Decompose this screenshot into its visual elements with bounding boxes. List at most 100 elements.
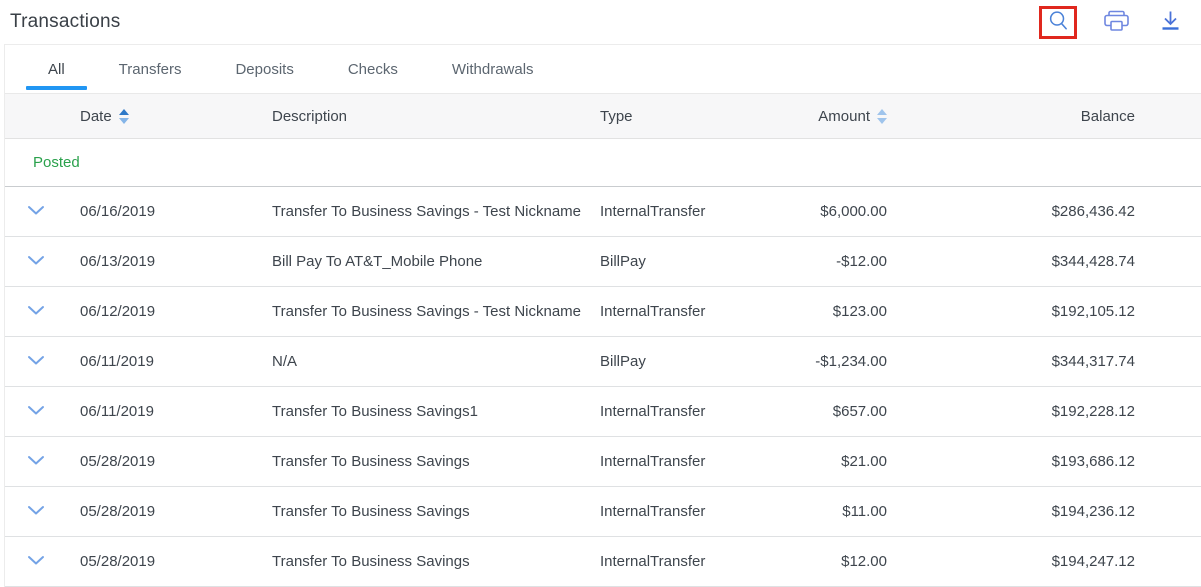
cell-amount: -$1,234.00 [785, 353, 887, 370]
cell-date: 05/28/2019 [67, 503, 255, 520]
cell-date: 06/11/2019 [67, 353, 255, 370]
section-row-posted: Posted [5, 139, 1201, 187]
cell-date: 06/12/2019 [67, 303, 255, 320]
chevron-down-icon [27, 204, 45, 219]
cell-date: 06/16/2019 [67, 203, 255, 220]
column-header-balance: Balance [887, 108, 1201, 125]
row-expand-button[interactable] [5, 254, 67, 269]
tab-label: Checks [348, 61, 398, 78]
page-title: Transactions [10, 11, 120, 33]
cell-description: Transfer To Business Savings - Test Nick… [255, 203, 585, 220]
print-icon [1103, 9, 1130, 36]
toolbar [1039, 6, 1185, 39]
column-header-date-label: Date [80, 108, 112, 125]
cell-amount: $6,000.00 [785, 203, 887, 220]
column-header-balance-label: Balance [1081, 108, 1135, 125]
download-button[interactable] [1155, 7, 1185, 37]
download-icon [1159, 9, 1182, 36]
cell-description: Transfer To Business Savings1 [255, 403, 585, 420]
chevron-down-icon [27, 254, 45, 269]
cell-amount: $21.00 [785, 453, 887, 470]
cell-type: InternalTransfer [585, 203, 785, 220]
cell-type: InternalTransfer [585, 453, 785, 470]
tab-label: Transfers [119, 61, 182, 78]
posted-label: Posted [33, 154, 80, 171]
search-button[interactable] [1043, 7, 1073, 37]
cell-balance: $192,105.12 [887, 303, 1201, 320]
cell-type: InternalTransfer [585, 403, 785, 420]
cell-type: InternalTransfer [585, 553, 785, 570]
sort-icon [119, 109, 129, 124]
search-icon [1047, 9, 1070, 35]
cell-amount: $12.00 [785, 553, 887, 570]
cell-amount: $11.00 [785, 503, 887, 520]
cell-balance: $194,236.12 [887, 503, 1201, 520]
transactions-list: 06/16/2019 Transfer To Business Savings … [5, 187, 1201, 587]
column-header-type-label: Type [600, 108, 633, 125]
tab-bar: All Transfers Deposits Checks Withdrawal… [5, 45, 1201, 93]
table-row: 05/28/2019 Transfer To Business Savings … [5, 487, 1201, 537]
cell-balance: $344,428.74 [887, 253, 1201, 270]
table-row: 05/28/2019 Transfer To Business Savings … [5, 537, 1201, 587]
chevron-down-icon [27, 504, 45, 519]
cell-amount: -$12.00 [785, 253, 887, 270]
cell-date: 05/28/2019 [67, 553, 255, 570]
table-row: 06/13/2019 Bill Pay To AT&T_Mobile Phone… [5, 237, 1201, 287]
row-expand-button[interactable] [5, 354, 67, 369]
cell-type: InternalTransfer [585, 303, 785, 320]
chevron-down-icon [27, 454, 45, 469]
row-expand-button[interactable] [5, 404, 67, 419]
row-expand-button[interactable] [5, 304, 67, 319]
chevron-down-icon [27, 354, 45, 369]
cell-type: BillPay [585, 253, 785, 270]
tab-checks[interactable]: Checks [321, 45, 425, 93]
cell-description: Bill Pay To AT&T_Mobile Phone [255, 253, 585, 270]
column-header-date[interactable]: Date [67, 108, 255, 125]
row-expand-button[interactable] [5, 204, 67, 219]
cell-balance: $192,228.12 [887, 403, 1201, 420]
cell-balance: $193,686.12 [887, 453, 1201, 470]
cell-description: N/A [255, 353, 585, 370]
column-header-description-label: Description [272, 108, 347, 125]
chevron-down-icon [27, 404, 45, 419]
page-header: Transactions [0, 0, 1201, 44]
tab-label: All [48, 61, 65, 78]
cell-balance: $194,247.12 [887, 553, 1201, 570]
tab-all[interactable]: All [21, 45, 92, 93]
search-highlight-box [1039, 6, 1077, 39]
print-button[interactable] [1101, 7, 1131, 37]
cell-amount: $657.00 [785, 403, 887, 420]
chevron-down-icon [27, 304, 45, 319]
column-header-description: Description [255, 108, 585, 125]
column-header-amount[interactable]: Amount [785, 108, 887, 125]
cell-date: 06/11/2019 [67, 403, 255, 420]
table-row: 06/11/2019 Transfer To Business Savings1… [5, 387, 1201, 437]
cell-description: Transfer To Business Savings [255, 453, 585, 470]
tab-deposits[interactable]: Deposits [208, 45, 320, 93]
row-expand-button[interactable] [5, 504, 67, 519]
row-expand-button[interactable] [5, 454, 67, 469]
cell-balance: $344,317.74 [887, 353, 1201, 370]
cell-amount: $123.00 [785, 303, 887, 320]
sort-icon [877, 109, 887, 124]
table-row: 06/11/2019 N/A BillPay -$1,234.00 $344,3… [5, 337, 1201, 387]
cell-description: Transfer To Business Savings [255, 553, 585, 570]
cell-type: InternalTransfer [585, 503, 785, 520]
tab-withdrawals[interactable]: Withdrawals [425, 45, 561, 93]
column-header-amount-label: Amount [818, 108, 870, 125]
cell-date: 05/28/2019 [67, 453, 255, 470]
column-header-type: Type [585, 108, 785, 125]
transactions-card: All Transfers Deposits Checks Withdrawal… [4, 44, 1201, 587]
cell-balance: $286,436.42 [887, 203, 1201, 220]
row-expand-button[interactable] [5, 554, 67, 569]
table-row: 05/28/2019 Transfer To Business Savings … [5, 437, 1201, 487]
cell-date: 06/13/2019 [67, 253, 255, 270]
cell-type: BillPay [585, 353, 785, 370]
chevron-down-icon [27, 554, 45, 569]
tab-label: Deposits [235, 61, 293, 78]
table-row: 06/12/2019 Transfer To Business Savings … [5, 287, 1201, 337]
table-row: 06/16/2019 Transfer To Business Savings … [5, 187, 1201, 237]
tab-transfers[interactable]: Transfers [92, 45, 209, 93]
tab-label: Withdrawals [452, 61, 534, 78]
cell-description: Transfer To Business Savings - Test Nick… [255, 303, 585, 320]
